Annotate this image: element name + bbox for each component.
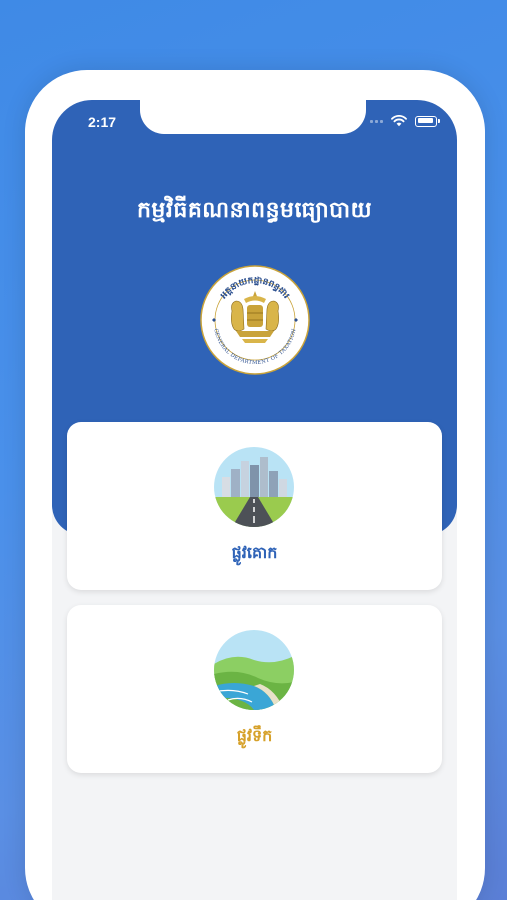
waterway-card[interactable]: ផ្លូវទឹក <box>67 605 442 773</box>
land-road-label: ផ្លូវគោក <box>231 543 278 562</box>
status-time: 2:17 <box>88 114 117 130</box>
waterway-icon <box>214 630 294 710</box>
phone-notch <box>140 100 366 134</box>
cellular-signal-icon <box>370 119 383 123</box>
wifi-icon <box>391 115 407 127</box>
status-icons <box>370 115 440 127</box>
battery-icon <box>415 115 440 127</box>
taxation-department-seal-logo: អគ្គនាយកដ្ឋានពន្ធដារ GENERAL DEPARTMENT … <box>200 265 310 375</box>
app-screen: 2:17 កម្មវិធីគណនាពន្ធមធ្យោបាយ អគ្គនាយកដ្… <box>52 100 457 900</box>
land-road-card[interactable]: ផ្លូវគោក <box>67 422 442 590</box>
waterway-label: ផ្លូវទឹក <box>236 726 273 745</box>
app-title: កម្មវិធីគណនាពន្ធមធ្យោបាយ <box>136 198 373 223</box>
land-road-icon <box>214 447 294 527</box>
